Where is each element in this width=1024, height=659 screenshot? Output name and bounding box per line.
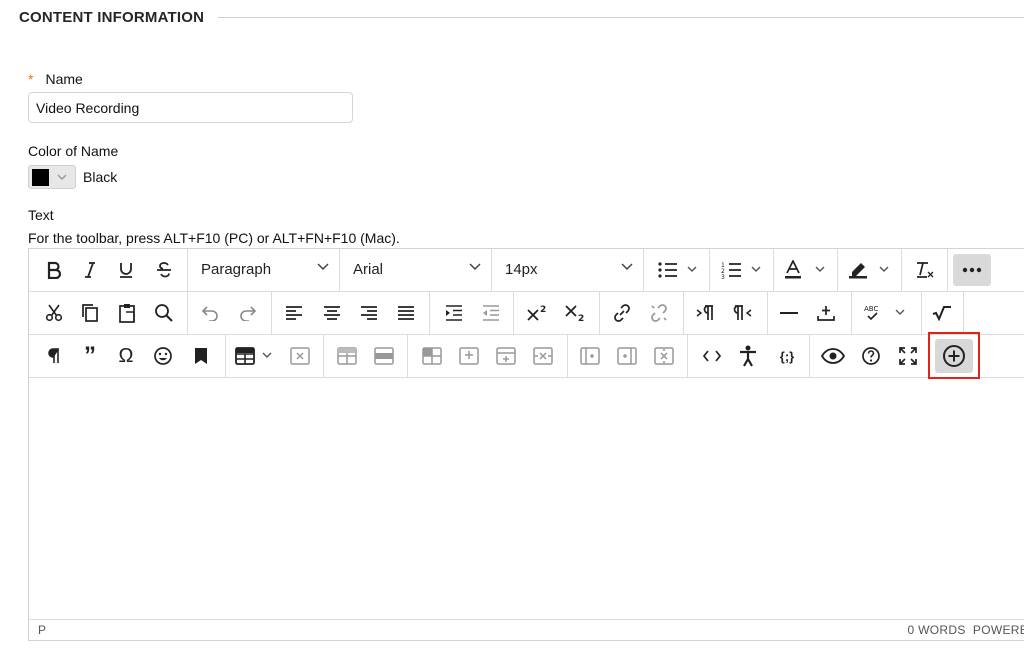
preview-icon[interactable] — [817, 340, 849, 372]
fullscreen-icon[interactable] — [893, 340, 923, 372]
section-header: CONTENT INFORMATION — [19, 8, 1024, 26]
accessibility-icon[interactable] — [733, 340, 763, 372]
insert-row-after-icon[interactable] — [454, 340, 484, 372]
strikethrough-icon[interactable] — [149, 254, 179, 286]
block-format-dropdown[interactable]: Paragraph — [189, 254, 337, 286]
font-family-dropdown[interactable]: Arial — [341, 254, 489, 286]
more-icon[interactable] — [953, 254, 991, 286]
horizontal-rule-icon[interactable] — [774, 297, 804, 329]
col-after-icon[interactable] — [612, 340, 642, 372]
text-color-icon[interactable] — [781, 254, 833, 286]
help-icon[interactable] — [856, 340, 886, 372]
insert-col-icon[interactable] — [491, 340, 521, 372]
chevron-down-icon — [469, 263, 481, 271]
color-picker[interactable] — [28, 165, 76, 189]
block-format-value: Paragraph — [201, 261, 272, 278]
spellcheck-icon[interactable]: ABC — [859, 297, 915, 329]
link-icon[interactable] — [607, 297, 637, 329]
cell-props-icon[interactable] — [369, 340, 399, 372]
name-label-row: * Name — [28, 71, 83, 87]
bullet-list-icon[interactable] — [651, 254, 707, 286]
cut-icon[interactable] — [39, 297, 69, 329]
toolbar-row-1: Paragraph Arial 14px 123 — [29, 249, 1024, 292]
chevron-down-icon — [621, 263, 633, 271]
bold-icon[interactable] — [39, 254, 69, 286]
editor-content-area[interactable] — [29, 378, 1024, 619]
editor-status-bar: P 0 WORDS POWERED — [29, 619, 1024, 640]
align-center-icon[interactable] — [317, 297, 347, 329]
name-input[interactable] — [28, 92, 353, 123]
font-family-value: Arial — [353, 261, 384, 278]
superscript-icon[interactable]: 2 — [522, 297, 554, 329]
toolbar-row-3: ” Ω {;} — [29, 335, 1024, 378]
redo-icon[interactable] — [233, 297, 263, 329]
text-label: Text — [28, 207, 54, 223]
section-divider — [218, 16, 1024, 18]
code-view-icon[interactable] — [697, 340, 727, 372]
rich-text-editor[interactable]: Paragraph Arial 14px 123 2 2 ABC ” Ω {;}… — [28, 248, 1024, 641]
chevron-down-icon — [317, 263, 329, 271]
svg-text:2: 2 — [540, 305, 546, 315]
svg-text:3: 3 — [721, 274, 725, 279]
plus-minus-icon[interactable] — [811, 297, 841, 329]
paragraph-mark-icon[interactable] — [39, 340, 69, 372]
table-icon[interactable] — [232, 340, 280, 372]
row-props-icon[interactable] — [332, 340, 362, 372]
copy-icon[interactable] — [75, 297, 105, 329]
numbered-list-icon[interactable]: 123 — [715, 254, 771, 286]
align-right-icon[interactable] — [354, 297, 384, 329]
svg-text:2: 2 — [578, 314, 584, 322]
align-left-icon[interactable] — [279, 297, 309, 329]
justify-icon[interactable] — [391, 297, 421, 329]
insert-row-before-icon[interactable] — [417, 340, 447, 372]
toolbar-row-2: 2 2 ABC — [29, 292, 1024, 335]
code-sample-icon[interactable]: {;} — [771, 340, 803, 372]
highlight-color-icon[interactable] — [845, 254, 897, 286]
outdent-icon[interactable] — [476, 297, 506, 329]
find-icon[interactable] — [149, 297, 179, 329]
section-title: CONTENT INFORMATION — [19, 8, 205, 26]
ltr-icon[interactable] — [690, 297, 720, 329]
undo-icon[interactable] — [195, 297, 225, 329]
name-label: Name — [45, 71, 83, 87]
font-size-dropdown[interactable]: 14px — [493, 254, 641, 286]
toolbar-hint: For the toolbar, press ALT+F10 (PC) or A… — [28, 230, 400, 246]
font-size-value: 14px — [505, 261, 538, 278]
blockquote-icon[interactable]: ” — [75, 340, 105, 372]
indent-icon[interactable] — [439, 297, 469, 329]
emoji-icon[interactable] — [148, 340, 178, 372]
unlink-icon[interactable] — [644, 297, 674, 329]
rtl-icon[interactable] — [728, 297, 758, 329]
underline-icon[interactable] — [111, 254, 141, 286]
delete-table-icon[interactable] — [285, 340, 315, 372]
italic-icon[interactable] — [75, 254, 105, 286]
delete-row-icon[interactable] — [528, 340, 558, 372]
omega-icon[interactable]: Ω — [111, 340, 141, 372]
chevron-down-icon — [49, 174, 75, 181]
color-label: Color of Name — [28, 143, 119, 159]
paste-icon[interactable] — [112, 297, 142, 329]
col-before-icon[interactable] — [575, 340, 605, 372]
required-marker: * — [28, 71, 34, 87]
color-swatch — [32, 168, 49, 186]
color-name: Black — [83, 169, 118, 185]
delete-col-icon[interactable] — [649, 340, 679, 372]
bookmark-icon[interactable] — [186, 340, 216, 372]
word-count: 0 WORDS POWERED — [907, 623, 1024, 637]
highlight-annotation — [928, 332, 980, 379]
subscript-icon[interactable]: 2 — [560, 297, 592, 329]
clear-format-icon[interactable] — [909, 254, 941, 286]
element-path[interactable]: P — [38, 623, 46, 637]
svg-text:ABC: ABC — [864, 305, 878, 313]
math-icon[interactable] — [927, 297, 957, 329]
